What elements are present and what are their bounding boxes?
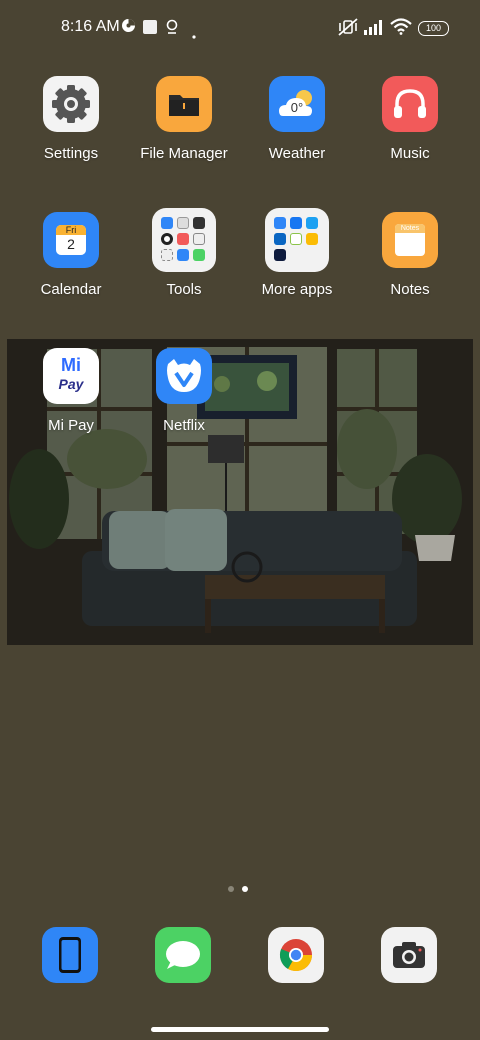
status-bar: 8:16 AM 100 <box>0 0 480 56</box>
folder-tools[interactable]: Tools <box>129 208 239 298</box>
dock-phone[interactable] <box>42 927 98 983</box>
app-mi-pay[interactable]: Mi Pay Mi Pay <box>16 348 126 434</box>
square-notification-icon <box>143 20 157 39</box>
app-settings[interactable]: Settings <box>16 76 126 162</box>
app-music[interactable]: Music <box>355 76 465 162</box>
netflix-icon <box>156 348 212 404</box>
dock-messages[interactable] <box>155 927 211 983</box>
folder-icon <box>156 76 212 132</box>
app-label: Weather <box>268 145 326 162</box>
app-label: Netflix <box>163 417 205 434</box>
mi-pay-mi: Mi <box>61 355 81 375</box>
app-label: Calendar <box>40 281 102 298</box>
location-pin-icon <box>165 19 179 40</box>
folder-icon <box>152 208 216 272</box>
app-netflix[interactable]: Netflix <box>129 348 239 434</box>
mi-pay-icon: Mi Pay <box>43 348 99 404</box>
home-gesture-bar[interactable] <box>151 1027 329 1032</box>
phone-icon <box>59 937 81 973</box>
vibrate-off-icon <box>337 18 359 41</box>
page-indicator <box>228 879 256 897</box>
app-label: Tools <box>166 281 202 298</box>
app-label: Music <box>390 145 430 162</box>
gear-icon <box>43 76 99 132</box>
mi-pay-pay: Pay <box>58 376 84 392</box>
notes-title: Notes <box>395 224 425 233</box>
app-label: Settings <box>43 145 99 162</box>
calendar-icon: Fri 2 <box>43 212 99 268</box>
status-time: 8:16 AM <box>61 18 120 35</box>
battery-indicator: 100 <box>418 21 449 36</box>
weather-temperature: 0° <box>290 100 304 115</box>
app-label: More apps <box>261 281 333 298</box>
app-calendar[interactable]: Fri 2 Calendar <box>16 212 126 298</box>
message-bubble-icon <box>166 941 200 969</box>
dock-chrome[interactable] <box>268 927 324 983</box>
signal-icon <box>364 20 386 40</box>
folder-more-apps[interactable]: More apps <box>242 208 352 298</box>
folder-icon <box>265 208 329 272</box>
page-dot[interactable] <box>228 886 234 892</box>
app-label: Notes <box>390 281 430 298</box>
app-notes[interactable]: Notes Notes <box>355 212 465 298</box>
page-dot-active[interactable] <box>242 886 248 892</box>
wifi-icon <box>390 18 412 40</box>
notes-icon: Notes <box>382 212 438 268</box>
camera-icon <box>393 942 425 968</box>
dock-camera[interactable] <box>381 927 437 983</box>
dot-icon <box>192 26 196 44</box>
app-label: File Manager <box>140 145 228 162</box>
app-label: Mi Pay <box>48 417 94 434</box>
headphones-icon <box>382 76 438 132</box>
calendar-day: Fri <box>56 225 86 235</box>
chrome-icon <box>279 939 313 972</box>
data-saver-icon <box>121 18 136 38</box>
calendar-date: 2 <box>67 236 75 252</box>
app-weather[interactable]: 0° Weather <box>242 76 352 162</box>
weather-cloud-icon: 0° <box>269 76 325 132</box>
app-file-manager[interactable]: File Manager <box>129 76 239 162</box>
